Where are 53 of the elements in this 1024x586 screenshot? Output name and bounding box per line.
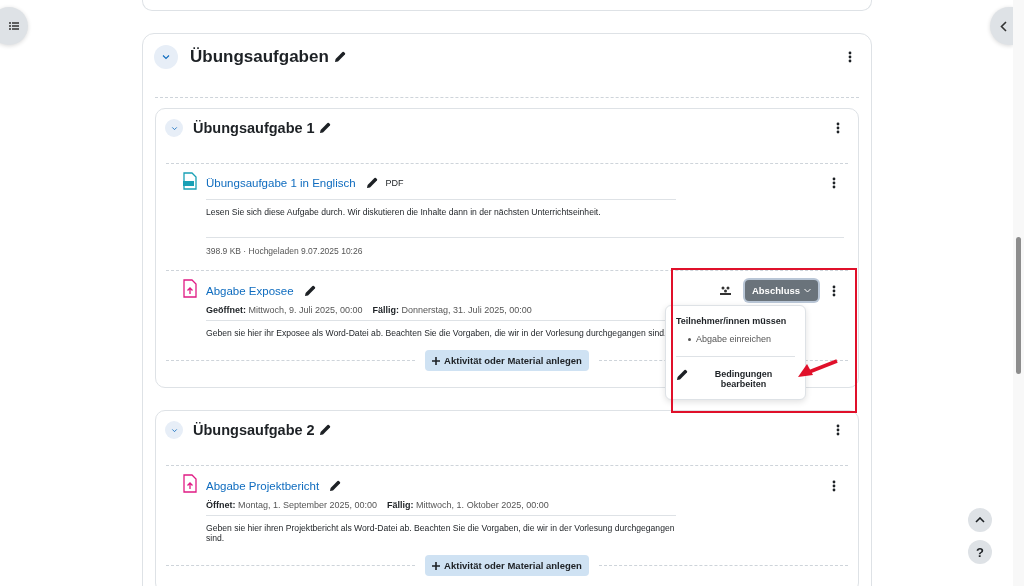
add-activity-button[interactable]: Aktivität oder Material anlegen xyxy=(425,555,589,576)
activity-link[interactable]: Abgabe Exposee xyxy=(206,284,294,297)
chevron-left-icon xyxy=(1000,20,1007,32)
activity-link[interactable]: Abgabe Projektbericht xyxy=(206,479,320,492)
date-info: Fällig: Mittwoch, 1. Oktober 2025, 00:00 xyxy=(387,500,549,510)
more-options-icon[interactable] xyxy=(832,284,836,297)
plus-icon xyxy=(432,356,441,365)
date-info: Geöffnet: Mittwoch, 9. Juli 2025, 00:00 xyxy=(206,305,363,315)
plus-icon xyxy=(432,561,441,570)
chevron-up-icon xyxy=(975,517,985,523)
pencil-icon[interactable] xyxy=(333,51,346,63)
add-activity-button[interactable]: Aktivität oder Material anlegen xyxy=(425,350,589,371)
group-icon[interactable] xyxy=(719,286,731,295)
drawer-toggle[interactable] xyxy=(990,7,1013,45)
more-options-icon[interactable] xyxy=(836,122,840,134)
file-type-label: PDF xyxy=(385,178,404,188)
menu-heading: Teilnehmer/innen müssen xyxy=(676,316,788,326)
back-to-top-button[interactable] xyxy=(968,508,992,532)
scrollbar[interactable] xyxy=(1013,0,1024,586)
section-title: Übungsaufgaben xyxy=(190,47,329,67)
subsection-title: Übungsaufgabe 2 xyxy=(193,422,315,438)
activity-description: Lesen Sie sich diese Aufgabe durch. Wir diskutieren die Inhalte dann in der nächsten Unterrichtseinheit. xyxy=(206,199,676,217)
collapse-toggle[interactable] xyxy=(154,45,178,69)
pencil-icon[interactable] xyxy=(318,122,331,134)
collapse-toggle[interactable] xyxy=(165,421,183,439)
collapse-toggle[interactable] xyxy=(165,119,183,137)
pencil-icon[interactable] xyxy=(303,284,316,297)
date-info: Fällig: Donnerstag, 31. Juli 2025, 00:00 xyxy=(372,305,532,315)
caret-icon xyxy=(804,288,811,293)
pdf-file-icon xyxy=(182,172,198,190)
edit-conditions-link[interactable]: Bedingungen bearbeiten xyxy=(692,369,795,389)
bullet-icon xyxy=(688,337,691,341)
completion-condition: Abgabe einreichen xyxy=(696,334,772,344)
more-options-icon[interactable] xyxy=(848,51,852,63)
file-upload-icon xyxy=(182,279,198,298)
subsection-title: Übungsaufgabe 1 xyxy=(193,120,315,136)
activity-description: Geben sie hier ihren Projektbericht als Word-Datei ab. Beachten Sie die Vorgaben, die wir in der Vorlesung durchgegangen sind. xyxy=(206,515,676,543)
course-index-toggle[interactable] xyxy=(0,7,28,45)
activity-link[interactable]: Übungsaufgabe 1 in Englisch xyxy=(206,177,356,189)
pencil-icon xyxy=(676,369,688,381)
pencil-icon[interactable] xyxy=(318,424,331,436)
pencil-icon[interactable] xyxy=(329,479,342,492)
date-info: Öffnet: Montag, 1. September 2025, 00:00 xyxy=(206,500,378,510)
more-options-icon[interactable] xyxy=(836,424,840,436)
completion-dropdown-button[interactable]: Abschluss xyxy=(744,280,818,301)
file-upload-icon xyxy=(182,474,198,493)
more-options-icon[interactable] xyxy=(832,177,836,189)
file-info: 398.9 KB · Hochgeladen 9.07.2025 10:26 xyxy=(206,237,844,256)
annotation-arrow xyxy=(797,358,839,379)
pencil-icon[interactable] xyxy=(365,177,378,189)
more-options-icon[interactable] xyxy=(832,479,836,492)
list-icon xyxy=(9,22,19,30)
help-button[interactable]: ? xyxy=(968,540,992,564)
